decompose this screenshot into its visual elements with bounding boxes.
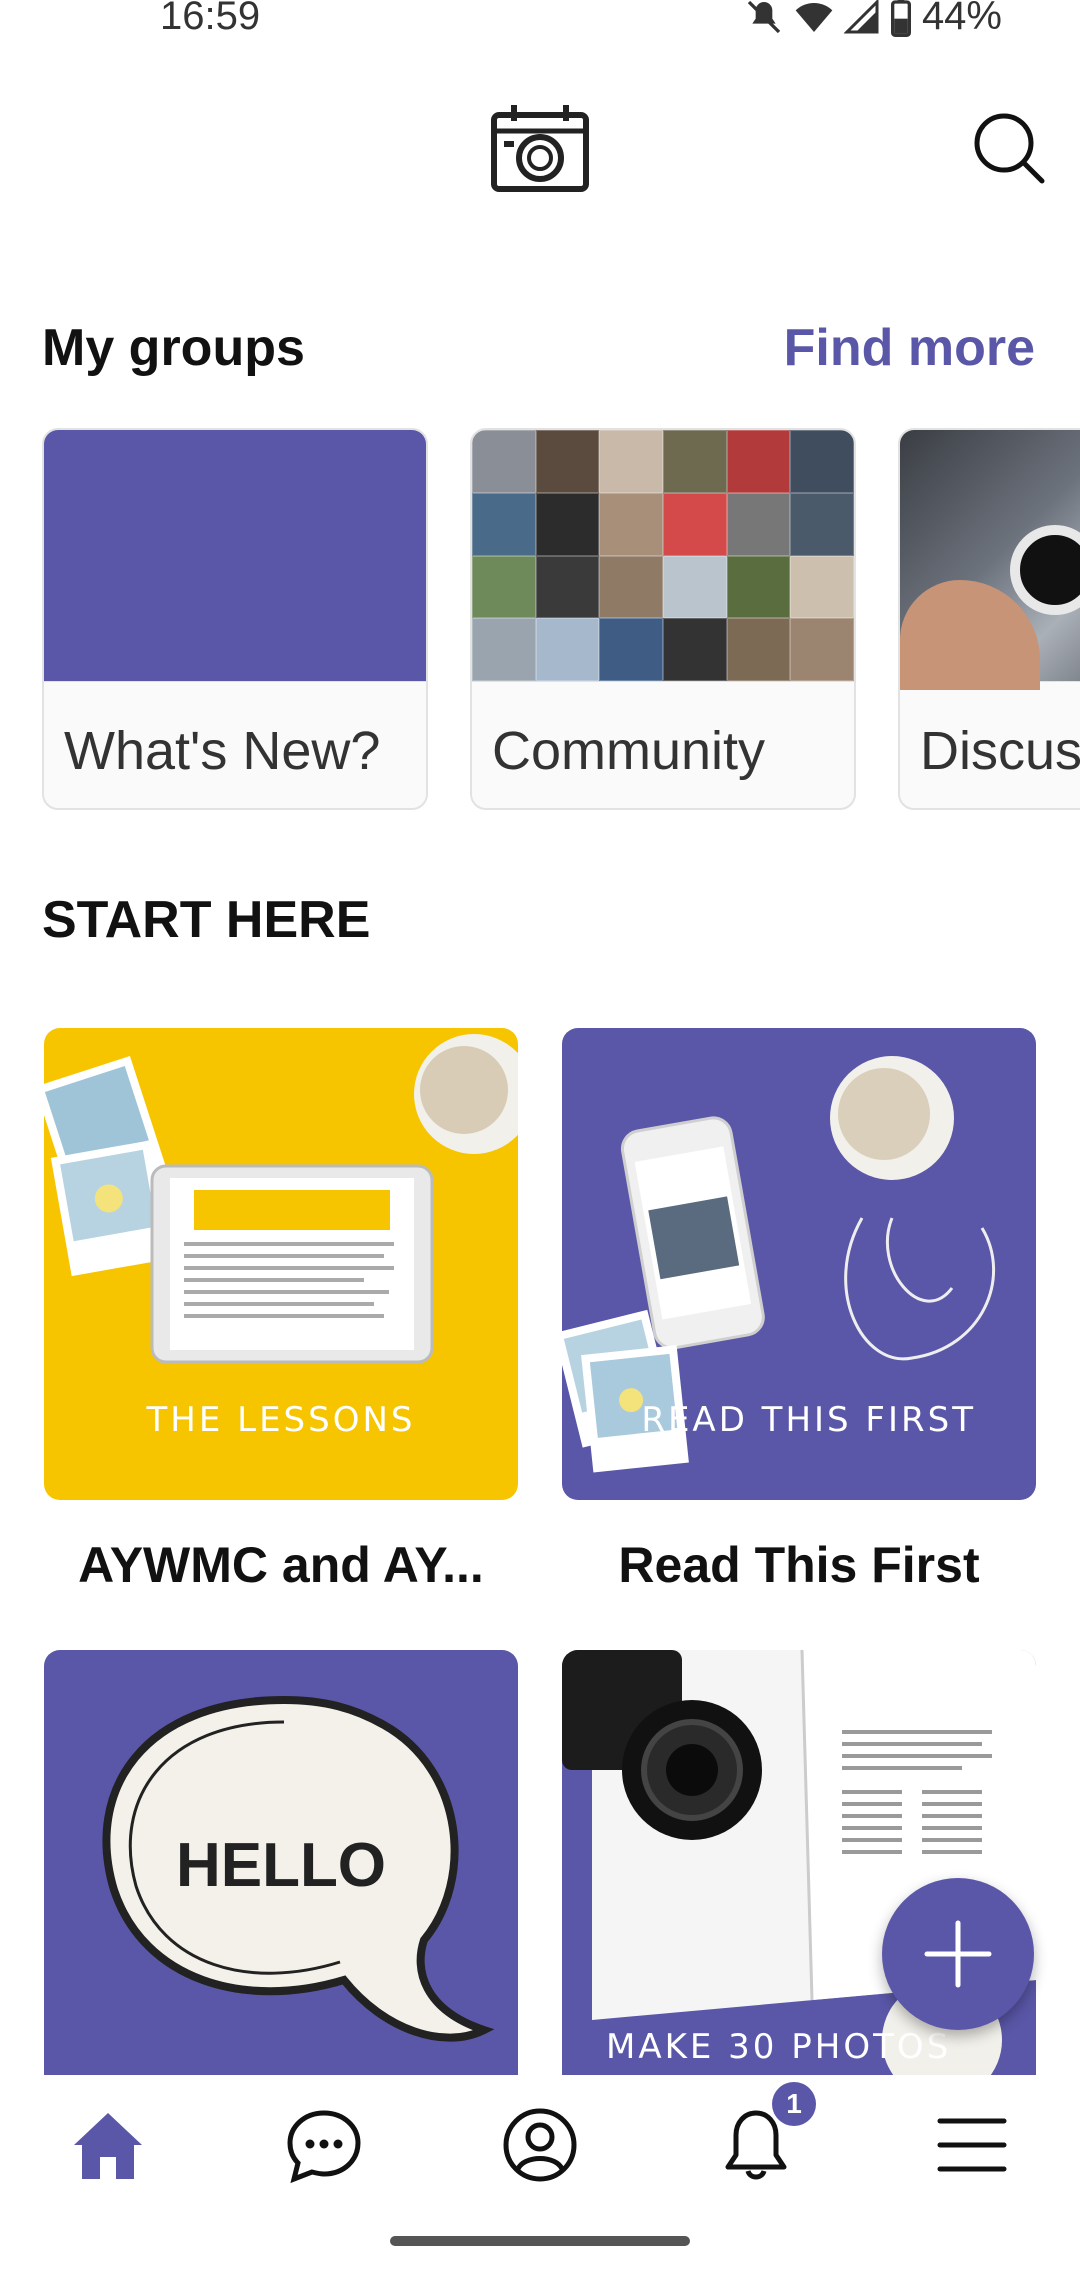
group-label: Discus: [920, 721, 1080, 781]
status-icons: 44%: [744, 0, 1002, 39]
tile-image-text: READ THIS FIRST: [641, 1400, 976, 1440]
tile-caption: Read This First: [618, 1537, 980, 1593]
battery-icon: [890, 0, 911, 37]
my-groups-title: My groups: [42, 319, 305, 377]
profile-icon[interactable]: [500, 2105, 580, 2185]
tile-image-text: THE LESSONS: [146, 1400, 416, 1440]
bottom-navigation: [0, 2075, 1080, 2205]
find-more-link[interactable]: Find more: [784, 318, 1035, 378]
app-header: [0, 95, 1080, 205]
menu-icon[interactable]: [932, 2105, 1012, 2185]
tile-image-text: HELLO: [175, 1831, 387, 1900]
search-icon[interactable]: [970, 109, 1046, 185]
group-label: What's New?: [64, 721, 381, 781]
mute-notifications-icon: [747, 0, 781, 33]
groups-carousel[interactable]: What's New? Community Discus: [42, 428, 1080, 812]
group-thumbnail: [472, 430, 854, 682]
status-bar: 16:59 44%: [0, 0, 1080, 40]
group-label: Community: [492, 721, 766, 781]
group-card-community[interactable]: Community: [470, 428, 856, 810]
group-card-discussion[interactable]: Discus: [898, 428, 1080, 810]
status-time: 16:59: [160, 0, 261, 38]
group-thumbnail: [44, 430, 426, 682]
camera-calendar-icon: [491, 105, 589, 192]
group-card-whats-new[interactable]: What's New?: [42, 428, 428, 810]
tile-hello[interactable]: HELLO: [44, 1650, 518, 2075]
tile-image-text: MAKE 30 PHOTOS: [606, 2027, 952, 2067]
group-thumbnail: [900, 430, 1080, 690]
plus-icon: [924, 1920, 992, 1988]
chat-icon[interactable]: [284, 2105, 364, 2185]
tile-caption: AYWMC and AY...: [78, 1537, 484, 1593]
add-post-button[interactable]: [882, 1878, 1034, 2030]
battery-percent: 44%: [921, 0, 1002, 38]
home-icon[interactable]: [68, 2105, 148, 2185]
start-here-title: START HERE: [42, 891, 371, 949]
tile-read-this-first[interactable]: READ THIS FIRST: [562, 1028, 1036, 1500]
home-indicator[interactable]: [390, 2236, 690, 2246]
notification-badge: 1: [772, 2082, 816, 2126]
wifi-icon: [795, 2, 833, 32]
signal-icon: [843, 0, 879, 33]
tile-lessons[interactable]: THE LESSONS: [44, 1028, 518, 1500]
